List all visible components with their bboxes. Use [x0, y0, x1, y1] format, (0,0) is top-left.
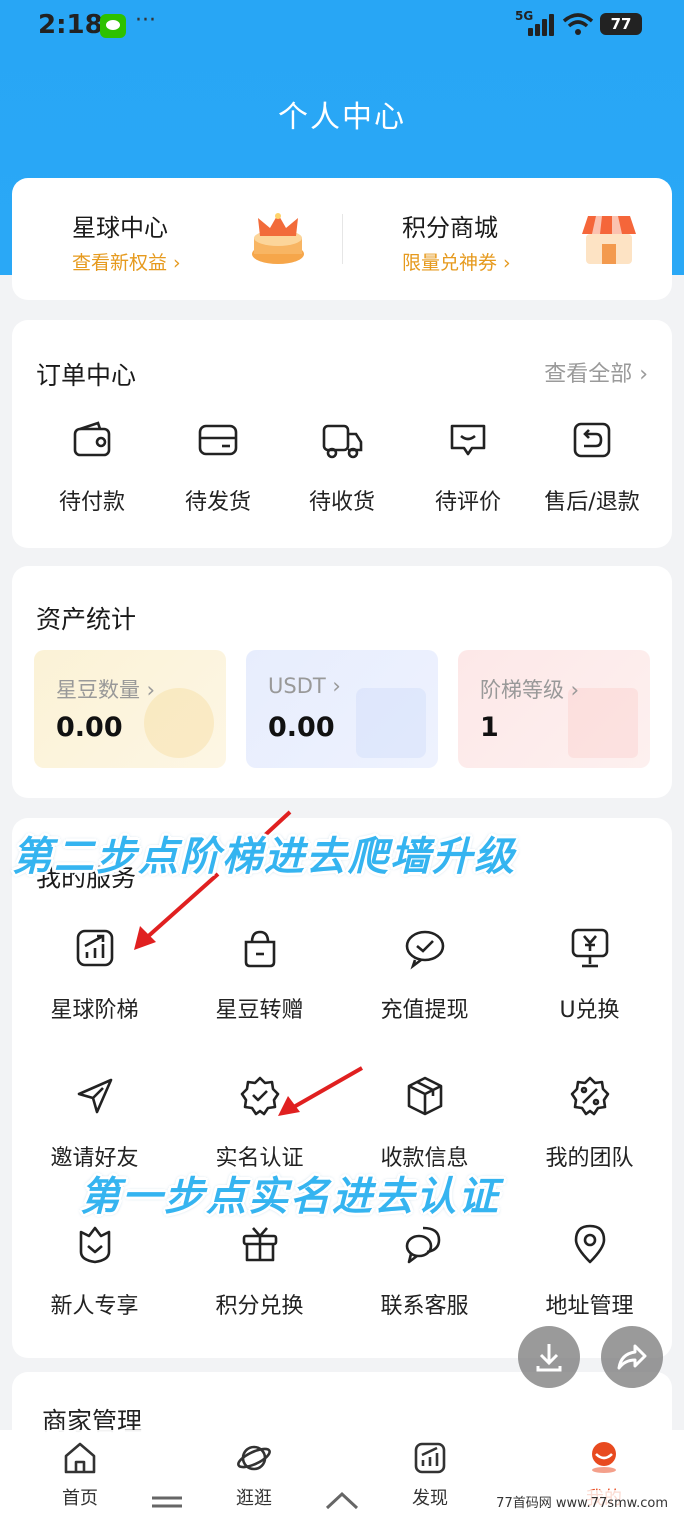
annotation-step-two: 第二步点阶梯进去爬墙升级: [12, 834, 516, 880]
page-title: 个人中心: [278, 100, 406, 135]
star-bean-tile[interactable]: 星豆数量 › 0.00: [34, 650, 226, 768]
order-center-title: 订单中心: [36, 361, 137, 390]
menu-gesture-icon[interactable]: [150, 1490, 184, 1514]
usdt-tile[interactable]: USDT › 0.00: [246, 650, 438, 768]
service-u-exchange[interactable]: U兑换: [507, 926, 672, 1024]
promo-subtitle: 限量兑神券 ›: [402, 252, 511, 274]
promo-card: 星球中心 查看新权益 › 积分商城 限量兑神券 ›: [12, 178, 672, 300]
service-label: 星球阶梯: [50, 998, 139, 1023]
percent-badge-icon: [570, 1076, 609, 1116]
planet-center-entry[interactable]: 星球中心 查看新权益 ›: [12, 178, 342, 300]
tab-browse[interactable]: 逛逛: [194, 1440, 314, 1510]
order-after-sales[interactable]: 售后/退款: [526, 418, 658, 516]
arrow-annotation: [278, 1066, 363, 1116]
share-icon: [617, 1344, 647, 1370]
return-icon: [573, 422, 611, 458]
service-label: 积分兑换: [215, 1294, 304, 1319]
truck-icon: [322, 424, 363, 459]
service-my-team[interactable]: 我的团队: [507, 1074, 672, 1172]
tab-discover[interactable]: 发现: [370, 1440, 490, 1510]
service-newcomer-exclusive[interactable]: 新人专享: [12, 1222, 177, 1320]
view-all-orders-link[interactable]: 查看全部 ›: [544, 356, 648, 388]
crown-icon: [252, 213, 304, 264]
promo-subtitle: 查看新权益 ›: [72, 252, 181, 274]
order-pending-payment[interactable]: 待付款: [26, 418, 158, 516]
box-icon: [407, 1076, 442, 1116]
ladder-level-tile[interactable]: 阶梯等级 › 1: [458, 650, 650, 768]
location-icon: [574, 1224, 605, 1264]
order-pending-receipt[interactable]: 待收货: [276, 418, 408, 516]
tab-label: 发现: [412, 1488, 448, 1509]
tile-value: 0.00: [56, 712, 123, 743]
wechat-icon: [100, 14, 126, 38]
chart-icon: [76, 929, 113, 967]
home-gesture-icon[interactable]: [324, 1490, 360, 1514]
order-pending-review[interactable]: 待评价: [402, 418, 534, 516]
service-label: 我的团队: [545, 1146, 634, 1171]
service-label: 充值提现: [380, 998, 469, 1023]
tile-label: 阶梯等级 ›: [480, 678, 580, 702]
shield-heart-icon: [79, 1226, 110, 1264]
status-more-dots: ···: [135, 8, 156, 33]
order-pending-shipment[interactable]: 待发货: [152, 418, 284, 516]
order-label: 待评价: [434, 490, 501, 515]
points-mall-entry[interactable]: 积分商城 限量兑神券 ›: [342, 178, 672, 300]
order-label: 待付款: [58, 490, 125, 515]
promo-title: 星球中心: [72, 214, 168, 242]
service-invite-friends[interactable]: 邀请好友: [12, 1074, 177, 1172]
comment-icon: [450, 424, 486, 456]
asset-stats-card: 资产统计 星豆数量 › 0.00 USDT › 0.00 阶梯等级 › 1: [12, 566, 672, 798]
promo-title: 积分商城: [402, 214, 498, 242]
signal-icon: [528, 14, 556, 36]
card-icon: [198, 424, 238, 456]
download-button[interactable]: [518, 1326, 580, 1388]
shop-icon: [582, 216, 636, 264]
service-label: 联系客服: [380, 1294, 469, 1319]
gift-icon: [242, 1227, 277, 1262]
service-label: 星豆转赠: [215, 998, 304, 1023]
check-bubble-icon: [405, 930, 444, 970]
watermark: 77首码网 www.77smw.com: [490, 1490, 674, 1513]
wifi-icon: [562, 13, 594, 35]
annotation-step-one: 第一步点实名进去认证: [80, 1174, 500, 1220]
service-points-exchange[interactable]: 积分兑换: [177, 1222, 342, 1320]
yen-screen-icon: [571, 928, 608, 968]
home-icon: [64, 1442, 96, 1474]
tab-label: 逛逛: [236, 1488, 272, 1509]
tile-label: USDT ›: [268, 674, 341, 698]
tab-home[interactable]: 首页: [20, 1440, 140, 1510]
order-label: 待收货: [308, 490, 375, 515]
profile-icon: [592, 1442, 616, 1473]
order-label: 售后/退款: [544, 490, 640, 515]
order-center-card: 订单中心 查看全部 › 待付款 待发货 待收货 待评价 售后/退款: [12, 320, 672, 548]
tile-label: 星豆数量 ›: [56, 678, 156, 702]
planet-icon: [237, 1445, 271, 1471]
service-address-management[interactable]: 地址管理: [507, 1222, 672, 1320]
share-button[interactable]: [601, 1326, 663, 1388]
download-icon: [536, 1344, 562, 1372]
tab-label: 首页: [62, 1488, 98, 1509]
service-label: 地址管理: [545, 1294, 634, 1319]
battery-indicator: 77: [600, 13, 642, 35]
order-label: 待发货: [184, 490, 251, 515]
service-contact-support[interactable]: 联系客服: [342, 1222, 507, 1320]
send-icon: [77, 1078, 112, 1114]
trend-icon: [414, 1442, 446, 1474]
service-recharge-withdraw[interactable]: 充值提现: [342, 926, 507, 1024]
status-bar: 2:18 ··· 5G 77: [0, 0, 684, 55]
chat-icon: [405, 1226, 440, 1264]
asset-stats-title: 资产统计: [36, 605, 137, 634]
wallet-icon: [73, 421, 111, 457]
service-label: 新人专享: [50, 1294, 139, 1319]
tile-value: 1: [480, 712, 499, 743]
service-label: U兑换: [559, 998, 620, 1023]
status-time: 2:18: [38, 10, 103, 40]
tile-value: 0.00: [268, 712, 335, 743]
document-icon: [356, 688, 426, 758]
